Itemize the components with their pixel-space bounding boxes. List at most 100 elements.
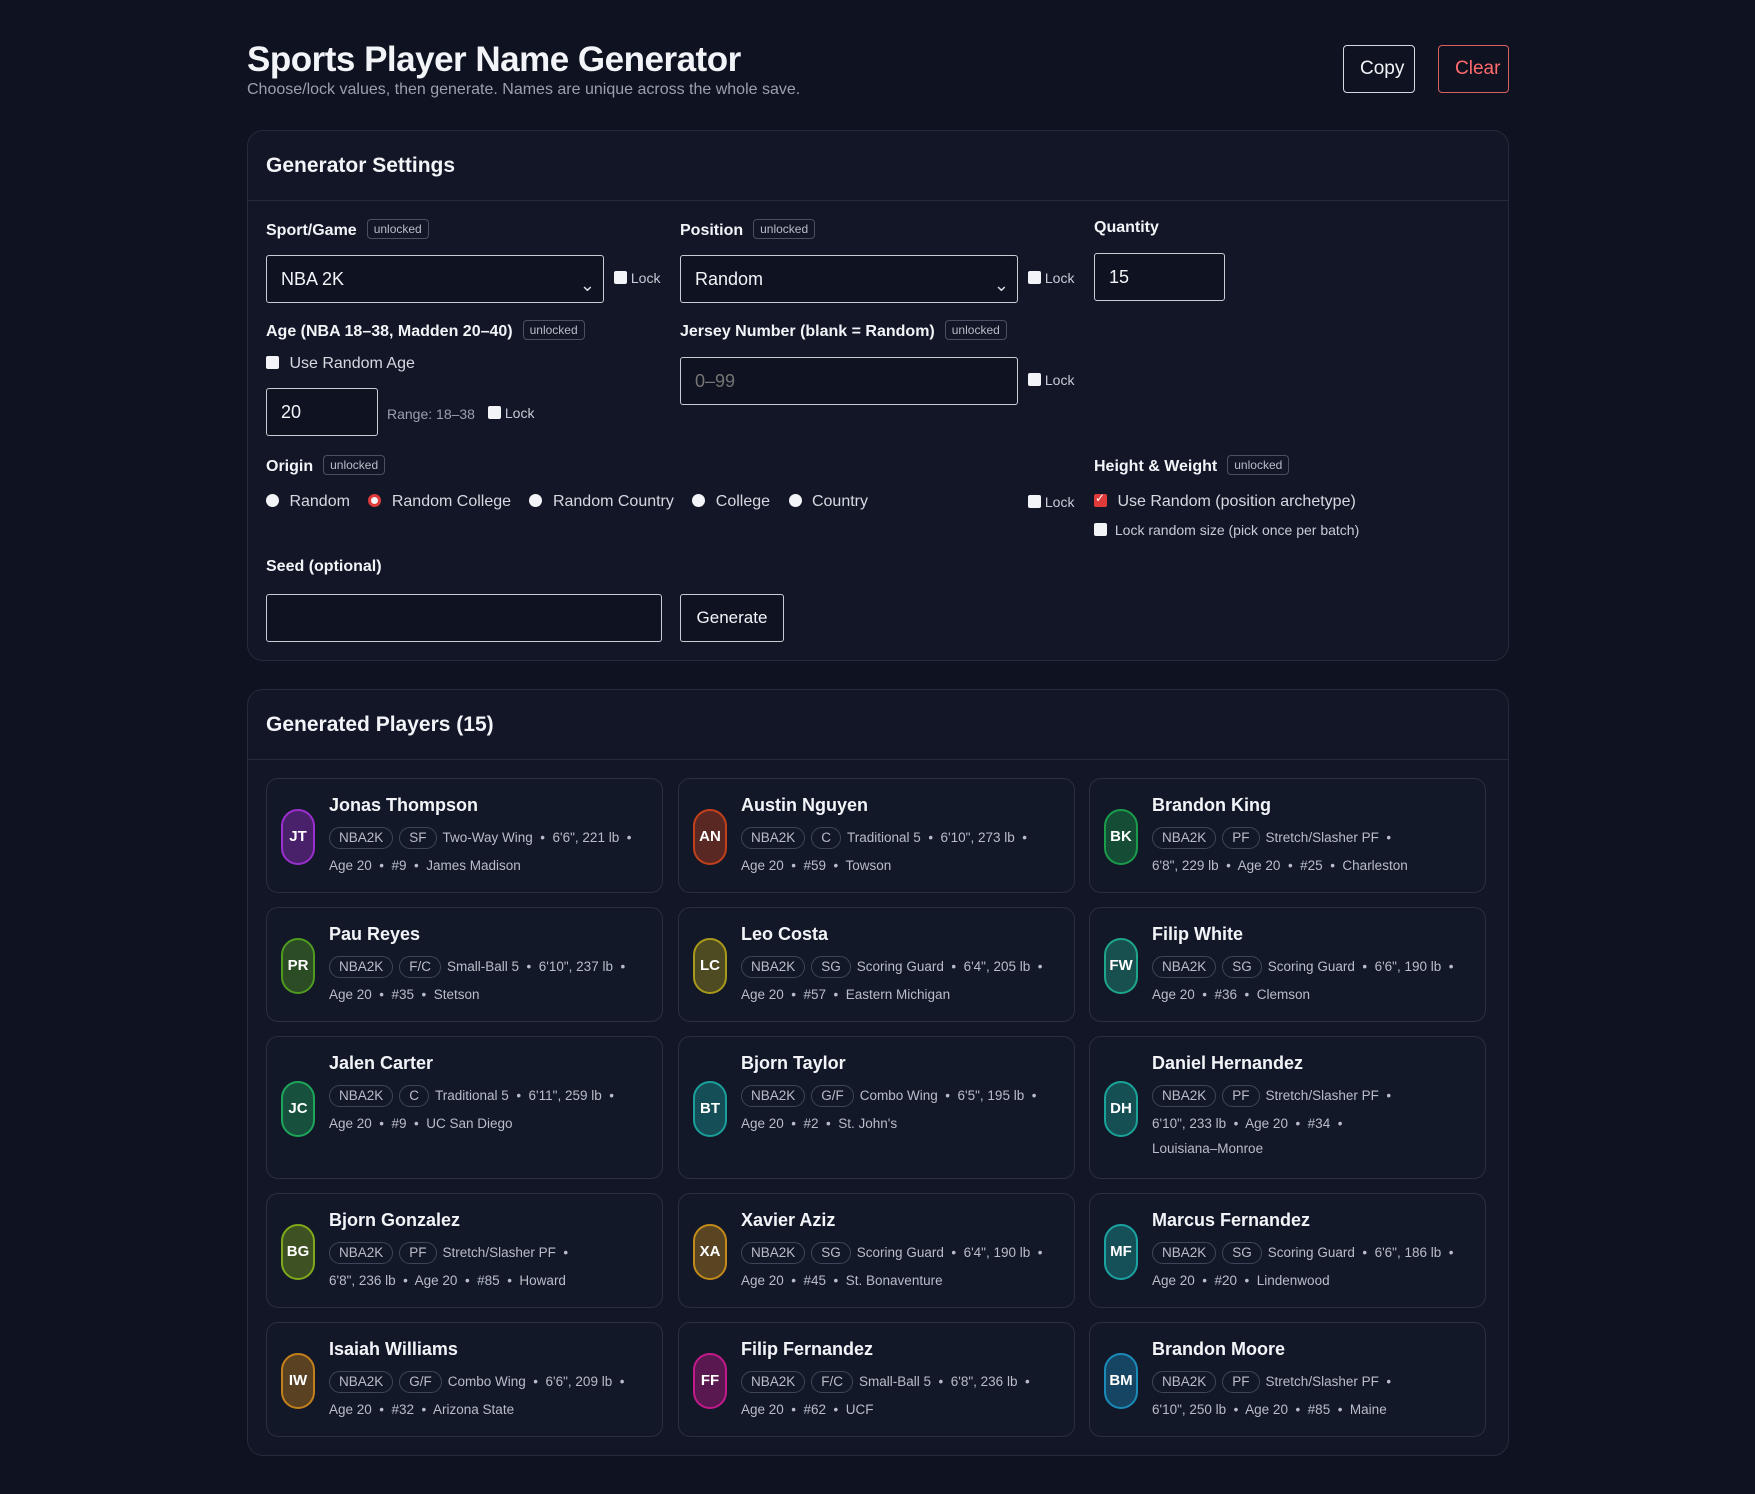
origin-lock-checkbox[interactable]: [1028, 495, 1041, 508]
player-info: Daniel Hernandez NBA2K PF Stretch/Slasher P…: [1152, 1053, 1475, 1160]
seed-label: Seed (optional): [266, 558, 382, 575]
settings-title: Generator Settings: [248, 131, 1508, 201]
position-chip: SG: [811, 1242, 851, 1264]
sport-label: Sport/Game unlocked: [266, 219, 429, 240]
player-meta-line: 6'10", 250 lb • Age 20 • #85 • Maine: [1152, 1402, 1387, 1417]
archetype-size: Stretch/Slasher PF •: [1265, 1374, 1392, 1389]
player-card[interactable]: FF Filip Fernandez NBA2K F/C Small-Ball 5 • …: [678, 1322, 1075, 1437]
player-meta-line: Age 20 • #62 • UCF: [741, 1402, 874, 1417]
archetype-size: Stretch/Slasher PF •: [1265, 1088, 1392, 1103]
player-card[interactable]: IW Isaiah Williams NBA2K G/F Combo Wing • 6'…: [266, 1322, 663, 1437]
radio-icon[interactable]: [788, 494, 802, 507]
player-card[interactable]: FW Filip White NBA2K SG Scoring Guard • 6'6"…: [1089, 907, 1486, 1022]
player-meta-line: 6'8", 229 lb • Age 20 • #25 • Charleston: [1152, 858, 1408, 873]
archetype-size: Scoring Guard • 6'4", 190 lb •: [856, 1245, 1043, 1260]
player-avatar: BT: [693, 1080, 727, 1137]
origin-option-random[interactable]: Random: [266, 493, 350, 510]
archetype-size: Small-Ball 5 • 6'10", 237 lb •: [447, 959, 626, 974]
player-details-line: NBA2K PF Stretch/Slasher PF •: [329, 1239, 652, 1267]
player-card[interactable]: DH Daniel Hernandez NBA2K PF Stretch/Slasher…: [1089, 1036, 1486, 1179]
player-card[interactable]: BT Bjorn Taylor NBA2K G/F Combo Wing • 6'5",…: [678, 1036, 1075, 1179]
game-chip: NBA2K: [329, 1371, 394, 1393]
origin-lock-badge: unlocked: [323, 455, 386, 475]
origin-option-college[interactable]: College: [692, 493, 770, 510]
player-card[interactable]: BM Brandon Moore NBA2K PF Stretch/Slasher PF…: [1089, 1322, 1486, 1437]
jersey-input[interactable]: [680, 357, 1018, 405]
position-label: Position unlocked: [680, 219, 816, 240]
player-card[interactable]: AN Austin Nguyen NBA2K C Traditional 5 • 6'1…: [678, 778, 1075, 893]
random-age-checkbox[interactable]: [266, 356, 279, 369]
random-age-toggle[interactable]: Use Random Age: [266, 355, 415, 373]
age-input[interactable]: 20: [266, 388, 378, 436]
player-name: Bjorn Gonzalez: [329, 1210, 461, 1230]
game-chip: NBA2K: [329, 1242, 394, 1264]
jersey-lock-badge: unlocked: [944, 320, 1007, 340]
position-lock-checkbox[interactable]: [1028, 271, 1041, 284]
sport-lock[interactable]: Lock: [614, 270, 660, 286]
player-card[interactable]: XA Xavier Aziz NBA2K SG Scoring Guard • 6'4"…: [678, 1193, 1075, 1308]
player-name: Austin Nguyen: [741, 795, 869, 815]
player-card[interactable]: BK Brandon King NBA2K PF Stretch/Slasher PF …: [1089, 778, 1486, 893]
origin-label: Origin unlocked: [266, 455, 386, 476]
player-meta-line: Age 20 • #45 • St. Bonaventure: [741, 1273, 943, 1288]
game-chip: NBA2K: [741, 1242, 806, 1264]
player-details-line: NBA2K SG Scoring Guard • 6'6", 186 lb •: [1152, 1239, 1475, 1267]
generate-button[interactable]: Generate: [680, 594, 784, 642]
position-select[interactable]: Random: [680, 255, 1018, 308]
sport-select[interactable]: NBA 2K: [266, 255, 604, 308]
player-name: Marcus Fernandez: [1152, 1210, 1311, 1230]
origin-radio-group: Random Random College Random Country Col…: [266, 493, 868, 511]
player-name: Isaiah Williams: [329, 1339, 458, 1359]
position-lock[interactable]: Lock: [1028, 270, 1074, 286]
player-details-line: NBA2K G/F Combo Wing • 6'6", 209 lb •: [329, 1368, 652, 1396]
player-details-line: NBA2K F/C Small-Ball 5 • 6'8", 236 lb •: [741, 1368, 1064, 1396]
page-title: Sports Player Name Generator: [247, 40, 741, 79]
player-card[interactable]: BG Bjorn Gonzalez NBA2K PF Stretch/Slasher P…: [266, 1193, 663, 1308]
player-card[interactable]: MF Marcus Fernandez NBA2K SG Scoring Guard •…: [1089, 1193, 1486, 1308]
origin-lock[interactable]: Lock: [1028, 494, 1074, 510]
player-info: Pau Reyes NBA2K F/C Small-Ball 5 • 6'10", 2…: [329, 924, 652, 1009]
age-lock-checkbox[interactable]: [488, 406, 501, 419]
player-card[interactable]: LC Leo Costa NBA2K SG Scoring Guard • 6'4", …: [678, 907, 1075, 1022]
game-chip: NBA2K: [1152, 827, 1217, 849]
jersey-lock-checkbox[interactable]: [1028, 373, 1041, 386]
radio-icon[interactable]: [529, 494, 543, 507]
player-card[interactable]: JT Jonas Thompson NBA2K SF Two-Way Wing • 6'…: [266, 778, 663, 893]
player-card[interactable]: JC Jalen Carter NBA2K C Traditional 5 • 6'11…: [266, 1036, 663, 1179]
player-avatar: IW: [281, 1352, 315, 1409]
page-subtitle: Choose/lock values, then generate. Names…: [247, 81, 801, 98]
player-info: Filip White NBA2K SG Scoring Guard • 6'6", …: [1152, 924, 1475, 1009]
sport-lock-checkbox[interactable]: [614, 271, 627, 284]
game-chip: NBA2K: [329, 956, 394, 978]
copy-button[interactable]: Copy: [1343, 45, 1415, 93]
origin-option-country[interactable]: Country: [788, 493, 868, 510]
radio-icon[interactable]: [692, 494, 706, 507]
seed-input[interactable]: [266, 594, 662, 642]
hw-lock-size-checkbox[interactable]: [1094, 523, 1107, 536]
player-card[interactable]: PR Pau Reyes NBA2K F/C Small-Ball 5 • 6'10",…: [266, 907, 663, 1022]
jersey-lock[interactable]: Lock: [1028, 372, 1074, 388]
game-chip: NBA2K: [329, 827, 394, 849]
player-meta-line: Age 20 • #20 • Lindenwood: [1152, 1273, 1330, 1288]
origin-option-random-country[interactable]: Random Country: [529, 493, 674, 510]
archetype-size: Stretch/Slasher PF •: [1265, 830, 1392, 845]
position-chip: PF: [1222, 1085, 1260, 1107]
radio-selected-icon[interactable]: [368, 494, 382, 507]
player-name: Bjorn Taylor: [741, 1053, 846, 1073]
player-name: Brandon Moore: [1152, 1339, 1285, 1359]
player-meta-line-extra: Louisiana–Monroe: [1152, 1141, 1264, 1156]
age-lock[interactable]: Lock: [488, 405, 534, 421]
clear-button[interactable]: Clear: [1438, 45, 1509, 93]
player-details-line: NBA2K SG Scoring Guard • 6'4", 205 lb •: [741, 953, 1064, 981]
player-info: Austin Nguyen NBA2K C Traditional 5 • 6'10"…: [741, 795, 1064, 880]
quantity-input[interactable]: 15: [1094, 253, 1225, 301]
archetype-size: Traditional 5 • 6'11", 259 lb •: [435, 1088, 614, 1103]
origin-option-random-college[interactable]: Random College: [368, 493, 511, 510]
hw-random-toggle[interactable]: Use Random (position archetype): [1094, 491, 1356, 511]
hw-random-checkbox[interactable]: [1094, 491, 1107, 507]
player-avatar: AN: [693, 808, 727, 865]
position-chip: G/F: [811, 1085, 854, 1107]
age-lock-badge: unlocked: [522, 320, 585, 340]
radio-icon[interactable]: [266, 494, 279, 507]
hw-lock-size-toggle[interactable]: Lock random size (pick once per batch): [1094, 522, 1359, 538]
